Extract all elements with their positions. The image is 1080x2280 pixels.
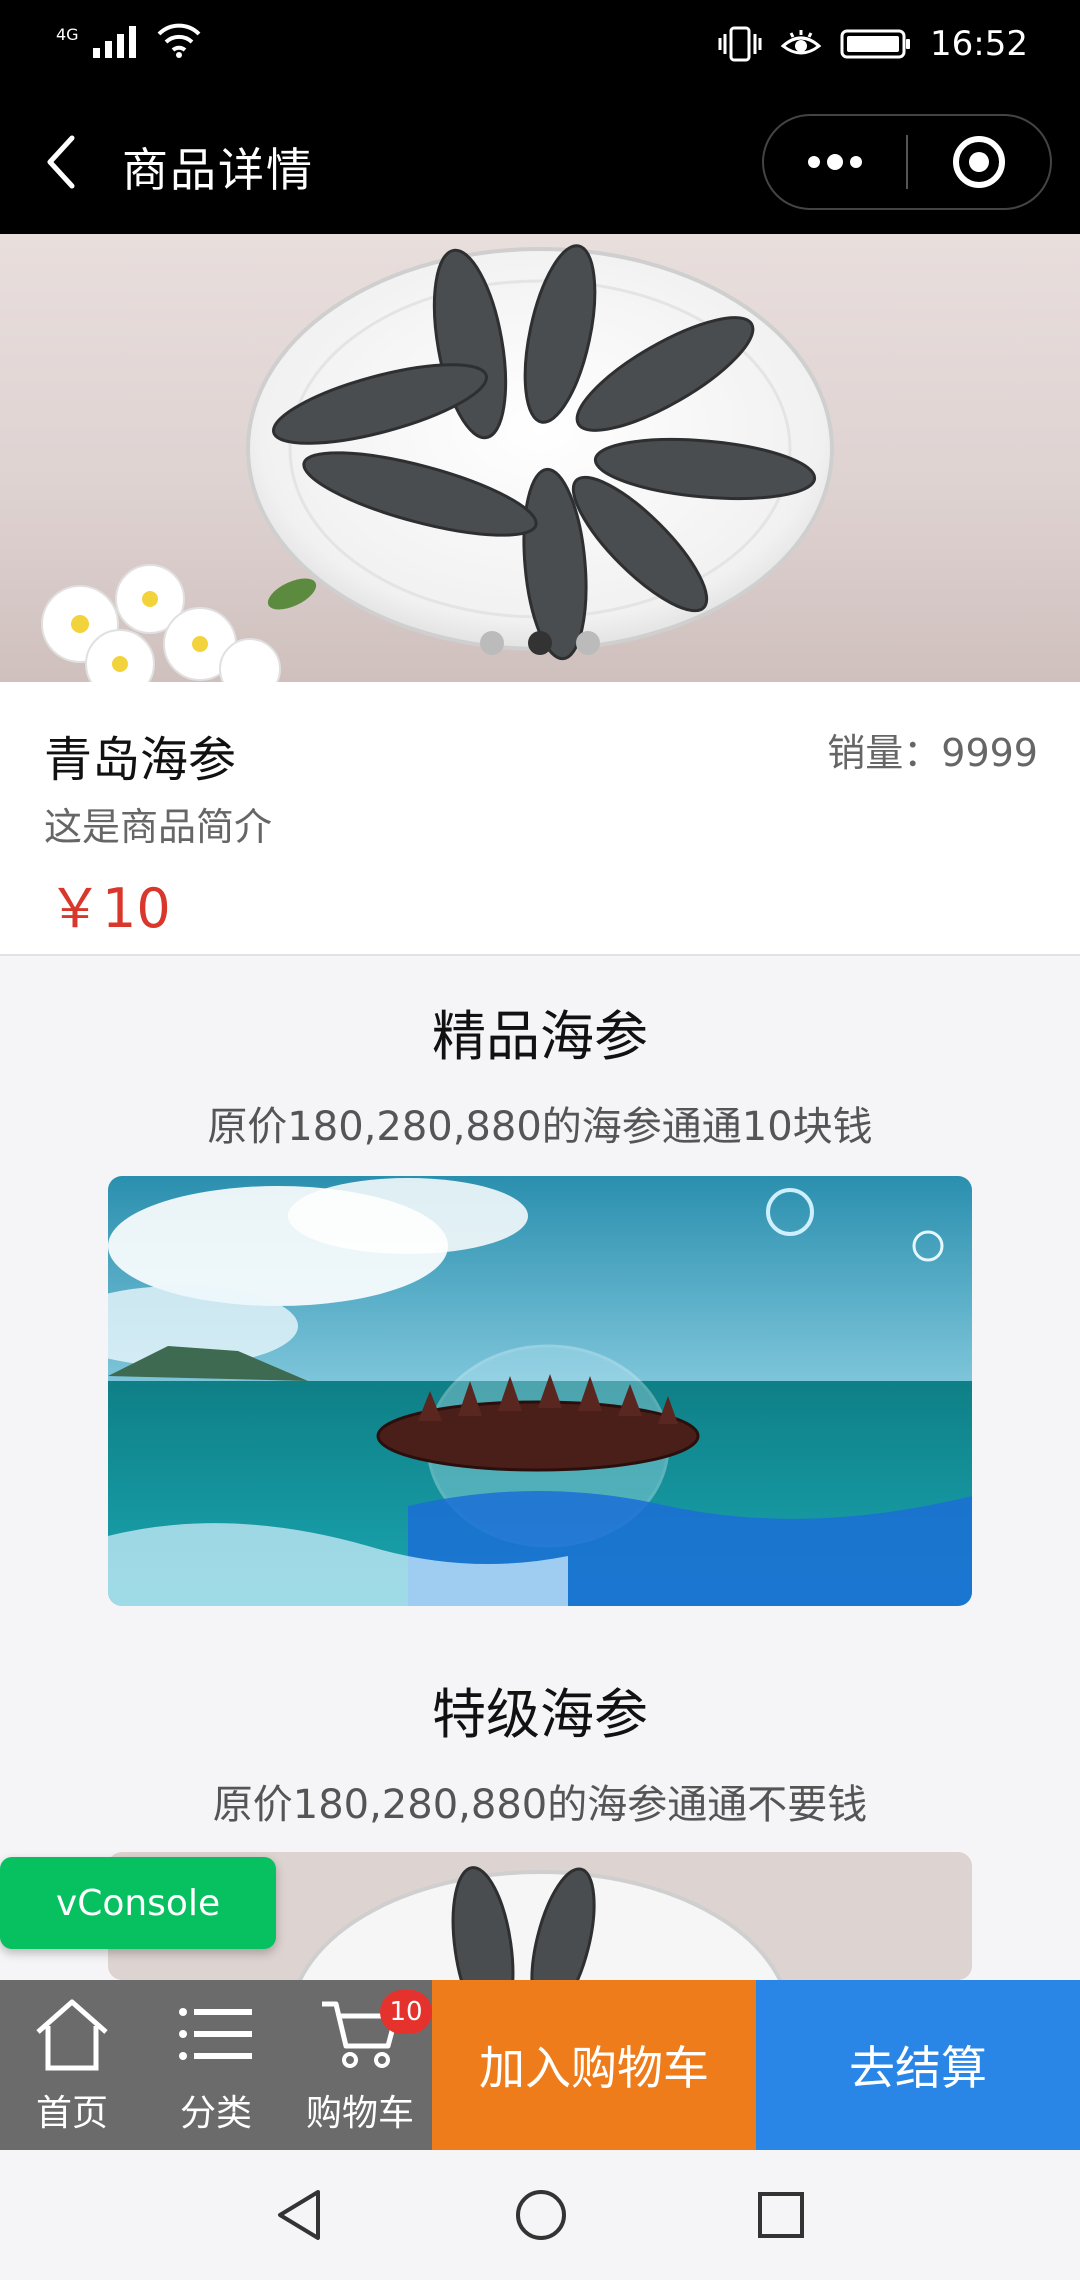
close-button[interactable] [908, 116, 1050, 208]
list-icon-wrap [178, 1992, 254, 2076]
page-title: 商品详情 [122, 143, 314, 197]
recents-square-icon[interactable] [756, 2190, 806, 2240]
wifi-icon [157, 23, 201, 58]
home-icon-wrap [32, 1992, 112, 2076]
mini-program-capsule [762, 114, 1052, 210]
carousel-dot[interactable] [480, 631, 504, 655]
vibrate-icon [718, 26, 762, 62]
close-target-icon [952, 136, 1005, 188]
tab-label: 购物车 [305, 2093, 414, 2134]
tab-label: 首页 [35, 2093, 108, 2134]
status-right: 16:52 [718, 24, 1028, 64]
screen: 4G 16:52 商品详情 青岛海参 销量：9999 这是商品简介 ￥10 精品… [0, 0, 1080, 2280]
status-bar: 4G 16:52 [0, 0, 1080, 92]
back-triangle-icon[interactable] [274, 2188, 324, 2242]
section-description: 原价180,280,880的海参通通10块钱 [207, 1104, 873, 1150]
status-time: 16:52 [930, 24, 1028, 64]
product-image-carousel[interactable] [0, 234, 1080, 682]
more-icon [808, 154, 862, 170]
checkout-button[interactable]: 去结算 [756, 1980, 1080, 2150]
system-navigation-bar [0, 2150, 1080, 2280]
back-icon [47, 135, 75, 189]
product-intro: 这是商品简介 [44, 805, 273, 849]
network-type: 4G [56, 25, 79, 44]
sea-cucumber-plate-image [41, 244, 834, 682]
tab-home[interactable]: 首页 [0, 1980, 144, 2150]
ocean-sea-cucumber-image [108, 1176, 972, 1606]
product-info: 青岛海参 销量：9999 这是商品简介 ￥10 [0, 682, 1080, 956]
section-title: 精品海参 [432, 1005, 648, 1068]
sales-count: 销量：9999 [827, 731, 1038, 775]
cart-count-badge: 10 [380, 1990, 432, 2034]
product-price: ￥10 [48, 877, 171, 940]
product-name: 青岛海参 [44, 732, 237, 788]
list-icon [179, 2008, 252, 2060]
tab-label: 分类 [179, 2093, 252, 2134]
tab-category[interactable]: 分类 [144, 1980, 288, 2150]
carousel-dot-active[interactable] [528, 631, 552, 655]
bottom-action-bar: 首页 分类 购物车 10 加入购物车 去结算 [0, 1980, 1080, 2150]
nav-bar: 商品详情 [0, 92, 1080, 234]
back-button[interactable] [38, 132, 86, 192]
home-circle-icon[interactable] [514, 2188, 568, 2242]
home-icon [36, 1999, 108, 2071]
battery-icon [840, 29, 911, 59]
eye-icon [780, 30, 822, 55]
vconsole-button[interactable]: vConsole [0, 1857, 276, 1949]
carousel-indicator [0, 631, 1080, 655]
section-title: 特级海参 [432, 1683, 648, 1746]
more-button[interactable] [764, 116, 906, 208]
add-to-cart-button[interactable]: 加入购物车 [432, 1980, 756, 2150]
section-description: 原价180,280,880的海参通通不要钱 [212, 1782, 868, 1828]
carousel-dot[interactable] [576, 631, 600, 655]
signal-icon [92, 26, 136, 58]
tab-cart[interactable]: 购物车 10 [288, 1980, 432, 2150]
status-left: 4G [56, 22, 201, 58]
